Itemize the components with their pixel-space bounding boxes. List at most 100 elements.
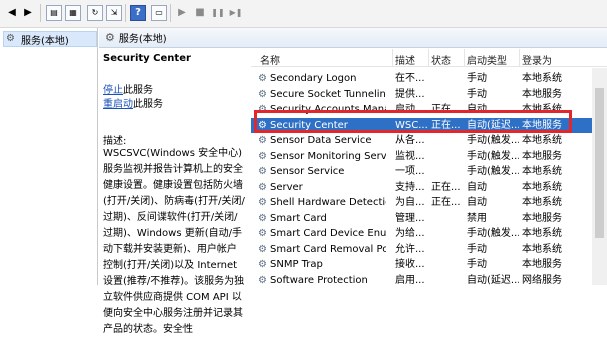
service-row[interactable]: ⚙Security Accounts Manag... 启动... 正在... 自动 本… <box>251 102 607 117</box>
properties-icon[interactable]: ▦ <box>65 5 81 21</box>
restart-service-icon[interactable]: ▶❚ <box>228 5 244 21</box>
service-name: Secondary Logon <box>270 73 357 84</box>
service-state: 正在... <box>431 104 461 115</box>
service-row[interactable]: ⚙Secure Socket Tunneling ... 提供... 手动 本地服务 <box>251 87 607 102</box>
service-row[interactable]: ⚙ Server 支持... 正在... 自动 本地系统 <box>251 180 607 195</box>
service-startup-type: 自动(延迟... <box>467 274 519 286</box>
service-gear-icon: ⚙ <box>258 197 267 208</box>
service-row[interactable]: ⚙ Smart Card 管理... 禁用 本地服务 <box>251 211 607 226</box>
service-gear-icon: ⚙ <box>258 88 267 100</box>
tree-item-services-local[interactable]: ⚙ 服务(本地) <box>3 31 97 47</box>
column-header-state[interactable]: 状态 <box>431 52 451 67</box>
column-separator[interactable] <box>428 49 429 67</box>
column-separator[interactable] <box>464 49 465 67</box>
stop-service-link-row: 停止此服务 <box>103 81 153 96</box>
console-tree-icon[interactable]: ▤ <box>46 5 62 21</box>
service-logon-as: 本地服务 <box>522 119 562 131</box>
service-description: WSC... <box>395 119 428 131</box>
service-gear-icon: ⚙ <box>258 212 267 224</box>
service-row[interactable]: ⚙ SNMP Trap 接收... 手动 本地服务 <box>251 257 607 272</box>
main-pane: ⚙ 服务(本地) Security Center 停止此服务 重启动 此服务 描述… <box>99 28 607 335</box>
monitor-icon[interactable]: ▭ <box>151 5 167 21</box>
service-name: Secure Socket Tunneling ... <box>270 88 386 100</box>
service-state: 正在... <box>431 181 461 193</box>
service-logon-as: 网络服务 <box>522 274 562 286</box>
service-description: 允许... <box>395 243 425 255</box>
service-name: Smart Card Removal Poli... <box>270 243 386 255</box>
refresh-icon[interactable]: ↻ <box>87 5 103 21</box>
column-header-desc[interactable]: 描述 <box>395 52 415 67</box>
service-startup-type: 手动(触发... <box>467 228 519 239</box>
service-row[interactable]: ⚙ Shell Hardware Detection 为自... 正在... 自动 本地系… <box>251 195 607 210</box>
service-description: 启动... <box>395 104 425 115</box>
service-startup-type: 禁用 <box>467 212 487 224</box>
service-description: 从各... <box>395 135 425 146</box>
column-separator[interactable] <box>519 49 520 67</box>
service-row[interactable]: ⚙ Security Center WSC... 正在... 自动(延迟... 本地服务 <box>251 117 607 133</box>
service-name: Sensor Service <box>270 166 345 177</box>
service-row[interactable]: ⚙Sensor Monitoring Service 监视... 手动(触发...本… <box>251 149 607 164</box>
service-description: 在不... <box>395 73 425 84</box>
column-separator[interactable] <box>392 49 393 67</box>
service-name: Security Accounts Manag... <box>270 104 386 115</box>
service-gear-icon: ⚙ <box>258 135 267 146</box>
service-name: Shell Hardware Detection <box>270 197 386 208</box>
service-logon-as: 本地服务 <box>522 88 562 100</box>
service-gear-icon: ⚙ <box>258 274 267 286</box>
service-row[interactable]: ⚙ Secondary Logon 在不... 手动 本地系统 <box>251 71 607 86</box>
service-logon-as: 本地系统 <box>522 228 562 239</box>
service-description: 接收... <box>395 259 425 270</box>
service-name: Security Center <box>270 119 348 131</box>
service-description: 为给... <box>395 228 425 239</box>
service-startup-type: 自动 <box>467 104 487 115</box>
start-service-icon[interactable]: ▶ <box>174 5 190 21</box>
service-startup-type: 自动 <box>467 197 487 208</box>
service-name: Software Protection <box>270 274 368 286</box>
service-row[interactable]: ⚙ Sensor Service 一项... 手动(触发... 本地系统 <box>251 164 607 179</box>
service-description: 一项... <box>395 166 425 177</box>
stop-service-suffix: 此服务 <box>123 85 153 96</box>
service-gear-icon: ⚙ <box>258 228 267 239</box>
column-header-name[interactable]: 名称 <box>260 52 280 67</box>
restart-service-link[interactable]: 重启动 <box>103 99 133 110</box>
service-gear-icon: ⚙ <box>258 181 267 193</box>
service-description: 监视... <box>395 150 425 162</box>
service-title: Security Center <box>103 53 191 64</box>
service-gear-icon: ⚙ <box>258 104 267 115</box>
scrollbar-thumb[interactable] <box>595 88 604 238</box>
pause-service-icon[interactable]: ❚❚ <box>210 5 226 21</box>
service-row[interactable]: ⚙ Sensor Data Service 从各... 手动(触发... 本地系统 <box>251 133 607 148</box>
service-row[interactable]: ⚙ Software Protection 启用... 自动(延迟... 网络服务 <box>251 273 607 288</box>
service-logon-as: 本地系统 <box>522 197 562 208</box>
service-gear-icon: ⚙ <box>258 119 267 131</box>
service-description: 管理... <box>395 212 425 224</box>
service-name: Sensor Monitoring Service <box>270 150 386 162</box>
service-startup-type: 自动 <box>467 181 487 193</box>
toolbar: ◀ ▶ ▤ ▦ ↻ ⇲ ? ▭ ▶ ■ ❚❚ ▶❚ <box>0 0 607 28</box>
service-state: 正在... <box>431 197 461 208</box>
service-gear-icon: ⚙ <box>258 243 267 255</box>
service-logon-as: 本地服务 <box>522 212 562 224</box>
service-gear-icon: ⚙ <box>258 150 267 162</box>
main-header-title: 服务(本地) <box>118 34 167 45</box>
service-startup-type: 手动(触发... <box>467 135 519 146</box>
column-header-logon[interactable]: 登录为 <box>522 52 552 67</box>
column-header-row: 名称 描述 状态 启动类型 登录为 <box>251 49 607 67</box>
stop-service-icon[interactable]: ■ <box>192 5 208 21</box>
services-list: 名称 描述 状态 启动类型 登录为 ⚙ Secondary Logon 在不... 手… <box>251 49 607 288</box>
service-logon-as: 本地服务 <box>522 259 562 270</box>
service-row[interactable]: ⚙Smart Card Device Enum... 为给... 手动(触发...本… <box>251 226 607 241</box>
back-arrow-icon[interactable]: ◀ <box>4 5 20 21</box>
column-header-startup[interactable]: 启动类型 <box>467 52 507 67</box>
export-icon[interactable]: ⇲ <box>106 5 122 21</box>
list-scrollbar[interactable] <box>592 68 607 285</box>
service-gear-icon: ⚙ <box>258 166 267 177</box>
service-logon-as: 本地系统 <box>522 135 562 146</box>
service-name: Server <box>270 181 303 193</box>
service-logon-as: 本地系统 <box>522 181 562 193</box>
help-icon[interactable]: ? <box>130 5 146 21</box>
service-startup-type: 自动(延迟... <box>467 119 519 131</box>
service-startup-type: 手动 <box>467 259 487 270</box>
service-row[interactable]: ⚙Smart Card Removal Poli... 允许... 手动 本地系统 <box>251 242 607 257</box>
forward-arrow-icon[interactable]: ▶ <box>20 5 36 21</box>
